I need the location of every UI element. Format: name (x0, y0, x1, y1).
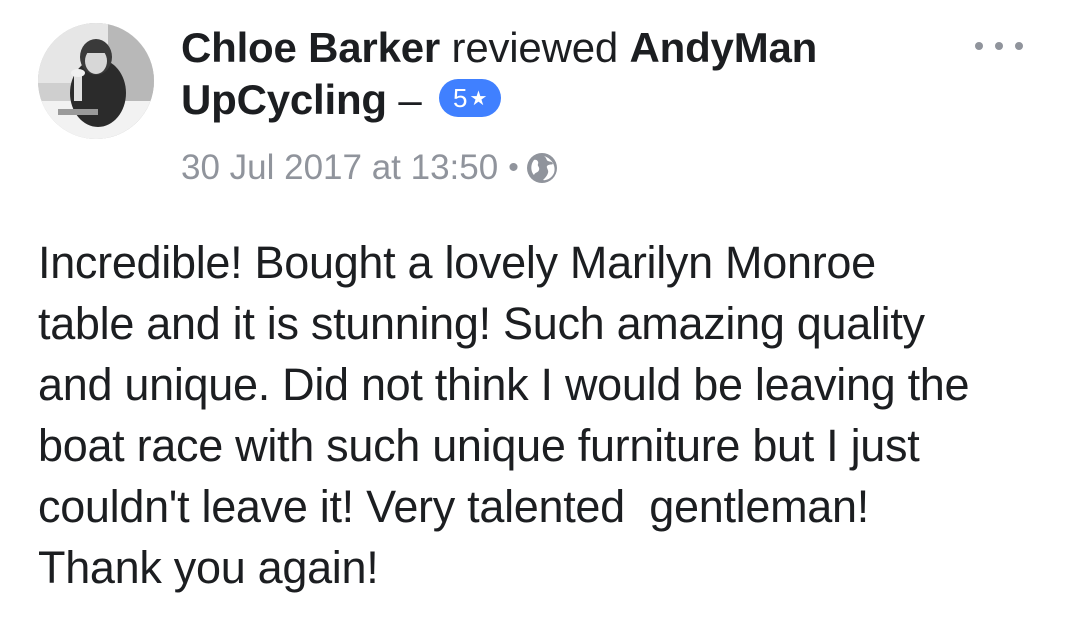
more-options-icon (995, 42, 1003, 50)
meta-separator: • (508, 151, 519, 184)
action-text: reviewed (451, 24, 619, 71)
avatar[interactable] (38, 23, 154, 139)
more-options-button[interactable] (973, 30, 1027, 60)
more-options-icon (975, 42, 983, 50)
more-options-icon (1015, 42, 1023, 50)
post-meta: 30 Jul 2017 at 13:50 • (181, 146, 559, 190)
review-post: Chloe Barker reviewed AndyMan UpCycling … (0, 0, 1068, 617)
avatar-photo (38, 23, 154, 139)
reviewer-name[interactable]: Chloe Barker (181, 24, 440, 71)
post-header: Chloe Barker reviewed AndyMan UpCycling … (181, 22, 941, 126)
timestamp[interactable]: 30 Jul 2017 at 13:50 (181, 148, 498, 187)
globe-icon[interactable] (525, 151, 559, 185)
star-icon: ★ (469, 88, 488, 110)
rating-badge: 5 ★ (439, 79, 502, 117)
rating-value: 5 (453, 83, 468, 113)
review-text: Incredible! Bought a lovely Marilyn Monr… (38, 237, 970, 593)
separator: – (398, 76, 422, 123)
